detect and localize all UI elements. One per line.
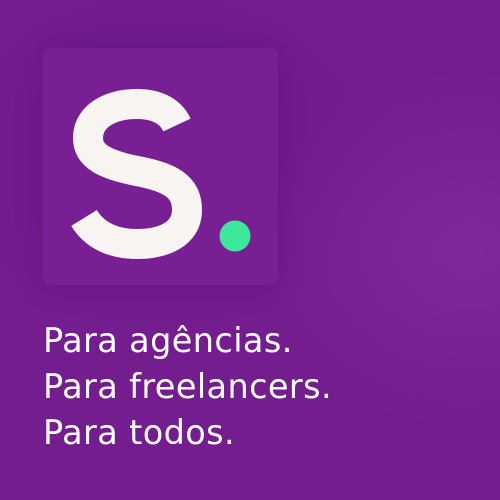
tagline-line-todos: Para todos. — [43, 413, 236, 452]
logo-s-icon: S — [71, 89, 251, 259]
tagline-line-freelancers: Para freelancers. — [43, 367, 332, 406]
logo-card: S — [43, 48, 278, 285]
logo-letter-s — [71, 89, 202, 259]
logo-dot — [219, 220, 251, 252]
tagline-line-agencias: Para agências. — [43, 321, 293, 360]
tagline: Para agências. Para freelancers. Para to… — [43, 318, 483, 456]
